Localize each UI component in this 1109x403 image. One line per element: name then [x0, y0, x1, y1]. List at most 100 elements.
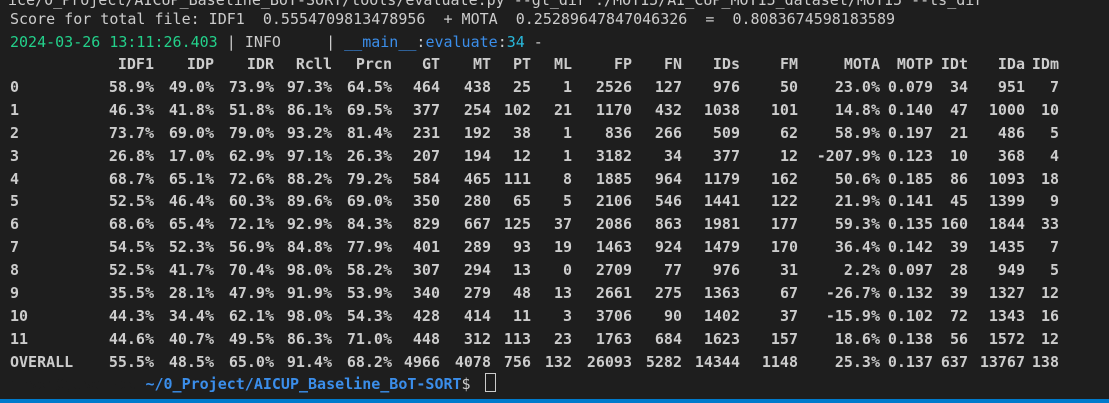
metric-cell: 2709: [595, 261, 632, 280]
metric-cell: 863: [654, 215, 682, 234]
column-header-fm: FM: [779, 55, 798, 73]
metric-cell: 28: [949, 261, 968, 280]
metric-cell: -207.9%: [816, 146, 880, 165]
metric-cell: 91.4%: [286, 352, 332, 371]
metric-cell: 486: [997, 123, 1025, 142]
metric-cell: 2106: [595, 192, 632, 211]
metric-cell: 924: [654, 238, 682, 257]
metric-cell: 36.4%: [834, 238, 880, 257]
metric-cell: 65.0%: [228, 352, 274, 371]
column-header-idf1: IDF1: [117, 55, 154, 73]
metric-cell: 31: [779, 261, 798, 280]
metric-cell: 48: [512, 284, 531, 303]
metric-cell: 77: [663, 261, 682, 280]
column-header-idr: IDR: [246, 55, 274, 73]
metric-cell: 122: [770, 192, 798, 211]
metric-cell: 3: [562, 306, 572, 325]
table-row: OVERALL 55.5% 48.5% 65.0% 91.4% 68.2% 4966 4078…: [0, 351, 1059, 374]
metric-cell: 1: [562, 123, 572, 142]
metric-cell: 2.2%: [843, 261, 880, 280]
metric-cell: 12: [1040, 329, 1059, 348]
metric-cell: 59.3%: [834, 215, 880, 234]
table-row: 7 54.5% 52.3% 56.9% 84.8% 77.9% 401 289 93 19 1463…: [0, 236, 1059, 259]
metric-cell: 62.9%: [228, 146, 274, 165]
metric-cell: 307: [412, 261, 440, 280]
metric-cell: 86: [949, 169, 968, 188]
metric-cell: 88.2%: [286, 169, 332, 188]
metric-cell: 684: [654, 329, 682, 348]
metric-cell: 50: [779, 77, 798, 96]
metric-cell: 89.6%: [286, 192, 332, 211]
metric-cell: 13767: [979, 352, 1025, 371]
metric-cell: 1572: [988, 329, 1025, 348]
metric-cell: 21: [949, 123, 968, 142]
metric-cell: 92.9%: [286, 215, 332, 234]
metric-cell: 97.3%: [286, 77, 332, 96]
metric-cell: 19: [553, 238, 572, 257]
metric-cell: -15.9%: [825, 306, 880, 325]
metric-cell: 464: [412, 77, 440, 96]
metric-cell: 41.7%: [168, 261, 214, 280]
metric-cell: 52.3%: [168, 238, 214, 257]
metric-cell: 1000: [988, 100, 1025, 119]
metric-cell: 0.141: [887, 192, 933, 211]
metric-cell: 56: [949, 329, 968, 348]
metric-cell: 7: [1049, 77, 1059, 96]
metric-cell: 1363: [703, 284, 740, 303]
metric-cell: 7: [1049, 238, 1059, 257]
terminal-panel[interactable]: ice/0_Project/AICUP_Baseline_BoT-SORT/to…: [0, 0, 1109, 403]
shell-prompt[interactable]: jason@jason-pc:~/0_Project/AICUP_Baselin…: [10, 373, 496, 395]
log-colon: :: [497, 33, 507, 51]
metric-cell: 5: [562, 192, 572, 211]
metric-cell: 1844: [988, 215, 1025, 234]
column-header-pt: PT: [512, 55, 531, 73]
metric-cell: 194: [463, 146, 491, 165]
metric-cell: 58.9%: [108, 77, 154, 96]
metric-cell: 53.9%: [346, 284, 392, 303]
metrics-body: 0 58.9% 49.0% 73.9% 97.3% 64.5% 464 438 25 1 2526 1…: [0, 76, 1059, 374]
metric-cell: 46.4%: [168, 192, 214, 211]
metric-cell: 84.8%: [286, 238, 332, 257]
metric-cell: 0.197: [887, 123, 933, 142]
metric-cell: 101: [770, 100, 798, 119]
metric-cell: 12: [1040, 284, 1059, 303]
metric-cell: 177: [770, 215, 798, 234]
metric-cell: 50.6%: [834, 169, 880, 188]
metric-cell: 72: [949, 306, 968, 325]
metric-cell: 93: [512, 238, 531, 257]
metric-cell: 21: [553, 100, 572, 119]
metric-cell: 65.1%: [168, 169, 214, 188]
table-row: 3 26.8% 17.0% 62.9% 97.1% 26.3% 207 194 12 1 3182 3…: [0, 145, 1059, 168]
metric-cell: 64.5%: [346, 77, 392, 96]
metric-cell: 38: [512, 123, 531, 142]
metric-cell: 280: [463, 192, 491, 211]
metric-cell: 8: [562, 169, 572, 188]
log-separator: |: [317, 33, 345, 51]
metric-cell: 125: [503, 215, 531, 234]
metric-cell: 73.9%: [228, 77, 274, 96]
column-header-mt: MT: [472, 55, 491, 73]
metric-cell: 428: [412, 306, 440, 325]
metric-cell: 45: [949, 192, 968, 211]
metric-cell: 160: [940, 215, 968, 234]
metric-cell: 1479: [703, 238, 740, 257]
metric-cell: 275: [654, 284, 682, 303]
metric-cell: 84.3%: [346, 215, 392, 234]
metric-cell: 72.6%: [228, 169, 274, 188]
metrics-header-row: IDF1 IDP IDR Rcll Prcn GT MT PT ML FP FN IDs FM MOTA M…: [0, 53, 1059, 76]
metric-cell: 46.3%: [108, 100, 154, 119]
metric-cell: 73.7%: [108, 123, 154, 142]
metric-cell: 2526: [595, 77, 632, 96]
column-header-motp: MOTP: [896, 55, 933, 73]
metric-cell: 72.1%: [228, 215, 274, 234]
prompt-path: ~/0_Project/AICUP_Baseline_BoT-SORT: [145, 375, 462, 393]
metric-cell: 0.138: [887, 329, 933, 348]
metric-cell: 26.3%: [346, 146, 392, 165]
metric-cell: 10: [1040, 100, 1059, 119]
metric-cell: 49.5%: [228, 329, 274, 348]
metric-cell: 0.123: [887, 146, 933, 165]
metric-cell: 0.137: [887, 352, 933, 371]
metric-cell: 1399: [988, 192, 1025, 211]
metric-cell: 312: [463, 329, 491, 348]
metric-cell: 21.9%: [834, 192, 880, 211]
